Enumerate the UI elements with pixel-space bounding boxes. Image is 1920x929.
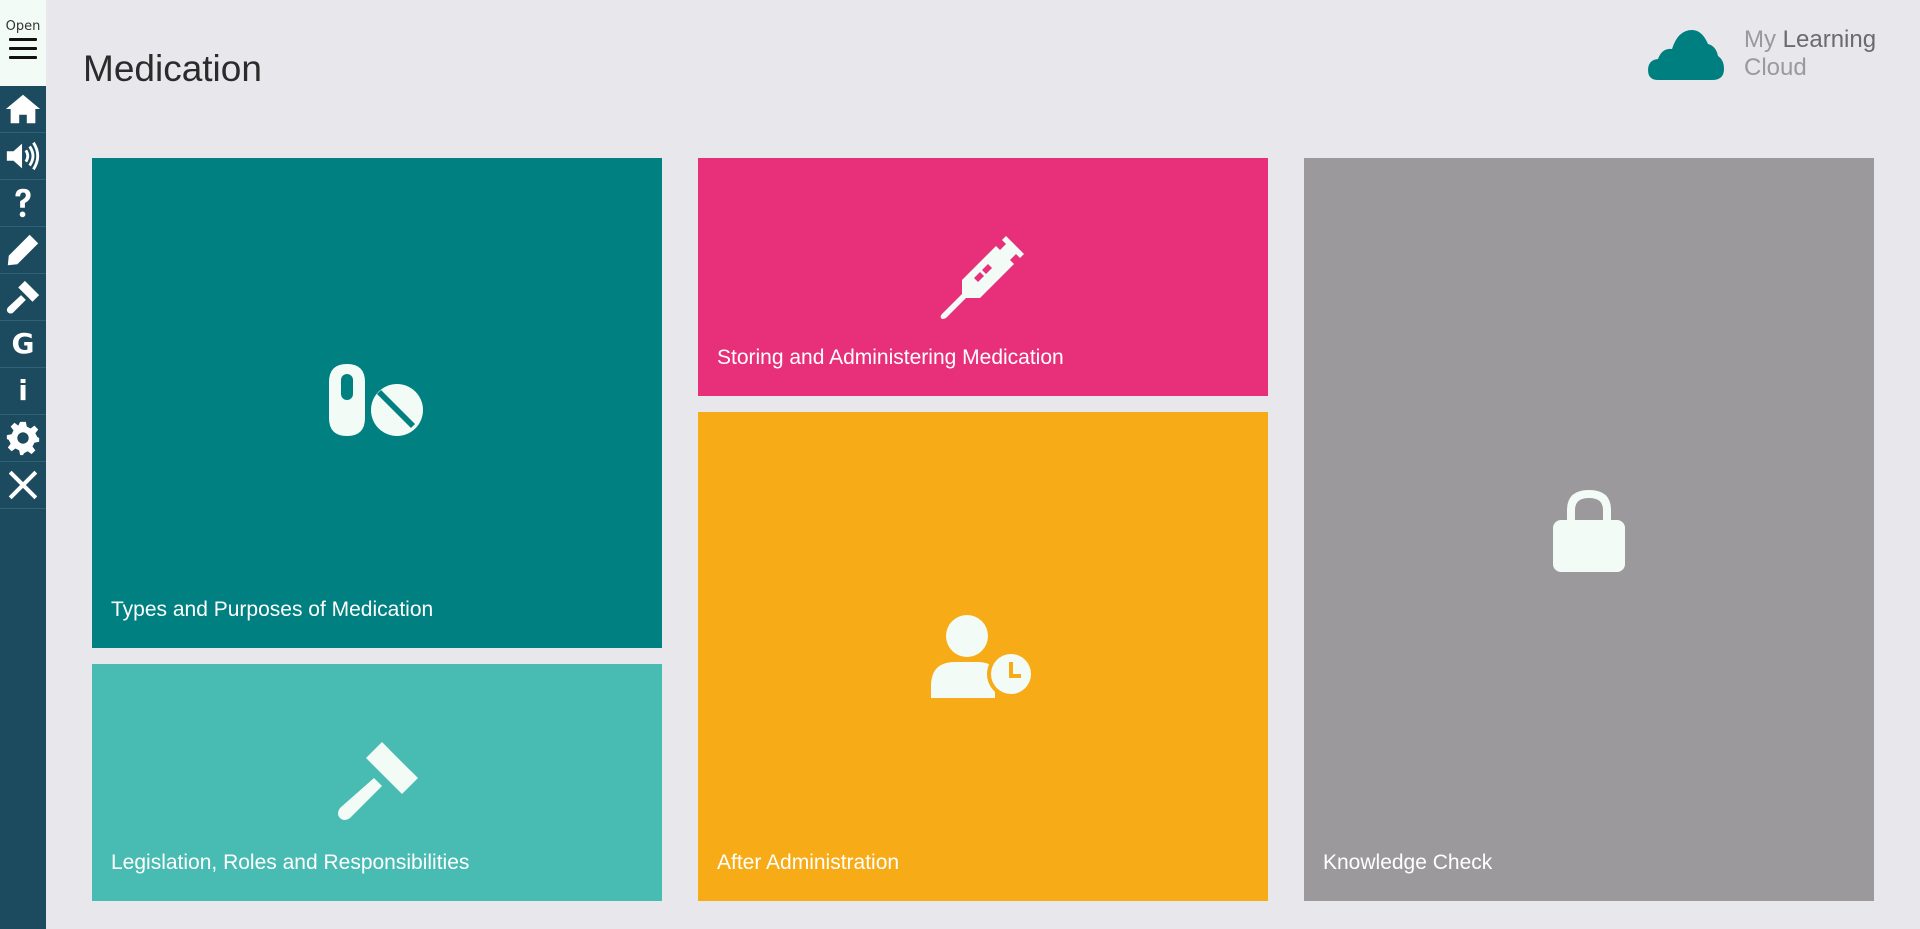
cloud-logo-icon <box>1648 26 1724 80</box>
logo-word-my: My <box>1744 26 1776 53</box>
pills-icon <box>329 364 425 436</box>
logo-text: My Learning Cloud <box>1744 26 1876 82</box>
tile-types-and-purposes[interactable]: Types and Purposes of Medication <box>92 158 662 648</box>
tile-label: After Administration <box>717 851 900 874</box>
logo: My Learning Cloud <box>1648 26 1878 82</box>
tile-label: Storing and Administering Medication <box>717 346 1064 369</box>
logo-word-cloud: Cloud <box>1744 54 1807 81</box>
home-icon <box>5 94 41 124</box>
menu-toggle-button[interactable]: Open <box>0 0 46 86</box>
close-icon <box>8 470 38 500</box>
tile-legislation[interactable]: Legislation, Roles and Responsibilities <box>92 664 662 901</box>
audio-icon <box>6 141 40 171</box>
sidebar-item-glossary[interactable]: G <box>0 321 46 368</box>
info-icon: i <box>18 374 28 407</box>
lock-icon <box>1553 488 1625 572</box>
help-icon <box>15 188 31 218</box>
gavel-icon <box>6 280 40 314</box>
hamburger-icon <box>9 38 37 62</box>
sidebar-item-info[interactable]: i <box>0 368 46 415</box>
tile-label: Legislation, Roles and Responsibilities <box>111 851 470 874</box>
tile-after-administration[interactable]: After Administration <box>698 412 1268 901</box>
user-clock-icon <box>931 614 1037 698</box>
sidebar-item-legislation[interactable] <box>0 274 46 321</box>
sidebar-item-settings[interactable] <box>0 415 46 462</box>
sidebar-item-home[interactable] <box>0 86 46 133</box>
sidebar: Open G i <box>0 0 46 929</box>
sidebar-item-audio[interactable] <box>0 133 46 180</box>
menu-toggle-label: Open <box>5 19 41 34</box>
gavel-icon <box>336 740 420 824</box>
tile-label: Types and Purposes of Medication <box>111 598 434 621</box>
sidebar-item-close[interactable] <box>0 462 46 509</box>
logo-word-learning: Learning <box>1782 26 1877 53</box>
sidebar-item-notes[interactable] <box>0 227 46 274</box>
tile-label: Knowledge Check <box>1323 851 1493 874</box>
tile-knowledge-check[interactable]: Knowledge Check <box>1304 158 1874 901</box>
pencil-icon <box>7 234 39 266</box>
glossary-icon: G <box>11 327 35 360</box>
gear-icon <box>6 421 40 456</box>
syringe-icon <box>940 234 1026 320</box>
page-title: Medication <box>83 48 262 89</box>
tile-storing-and-administering[interactable]: Storing and Administering Medication <box>698 158 1268 396</box>
sidebar-item-help[interactable] <box>0 180 46 227</box>
